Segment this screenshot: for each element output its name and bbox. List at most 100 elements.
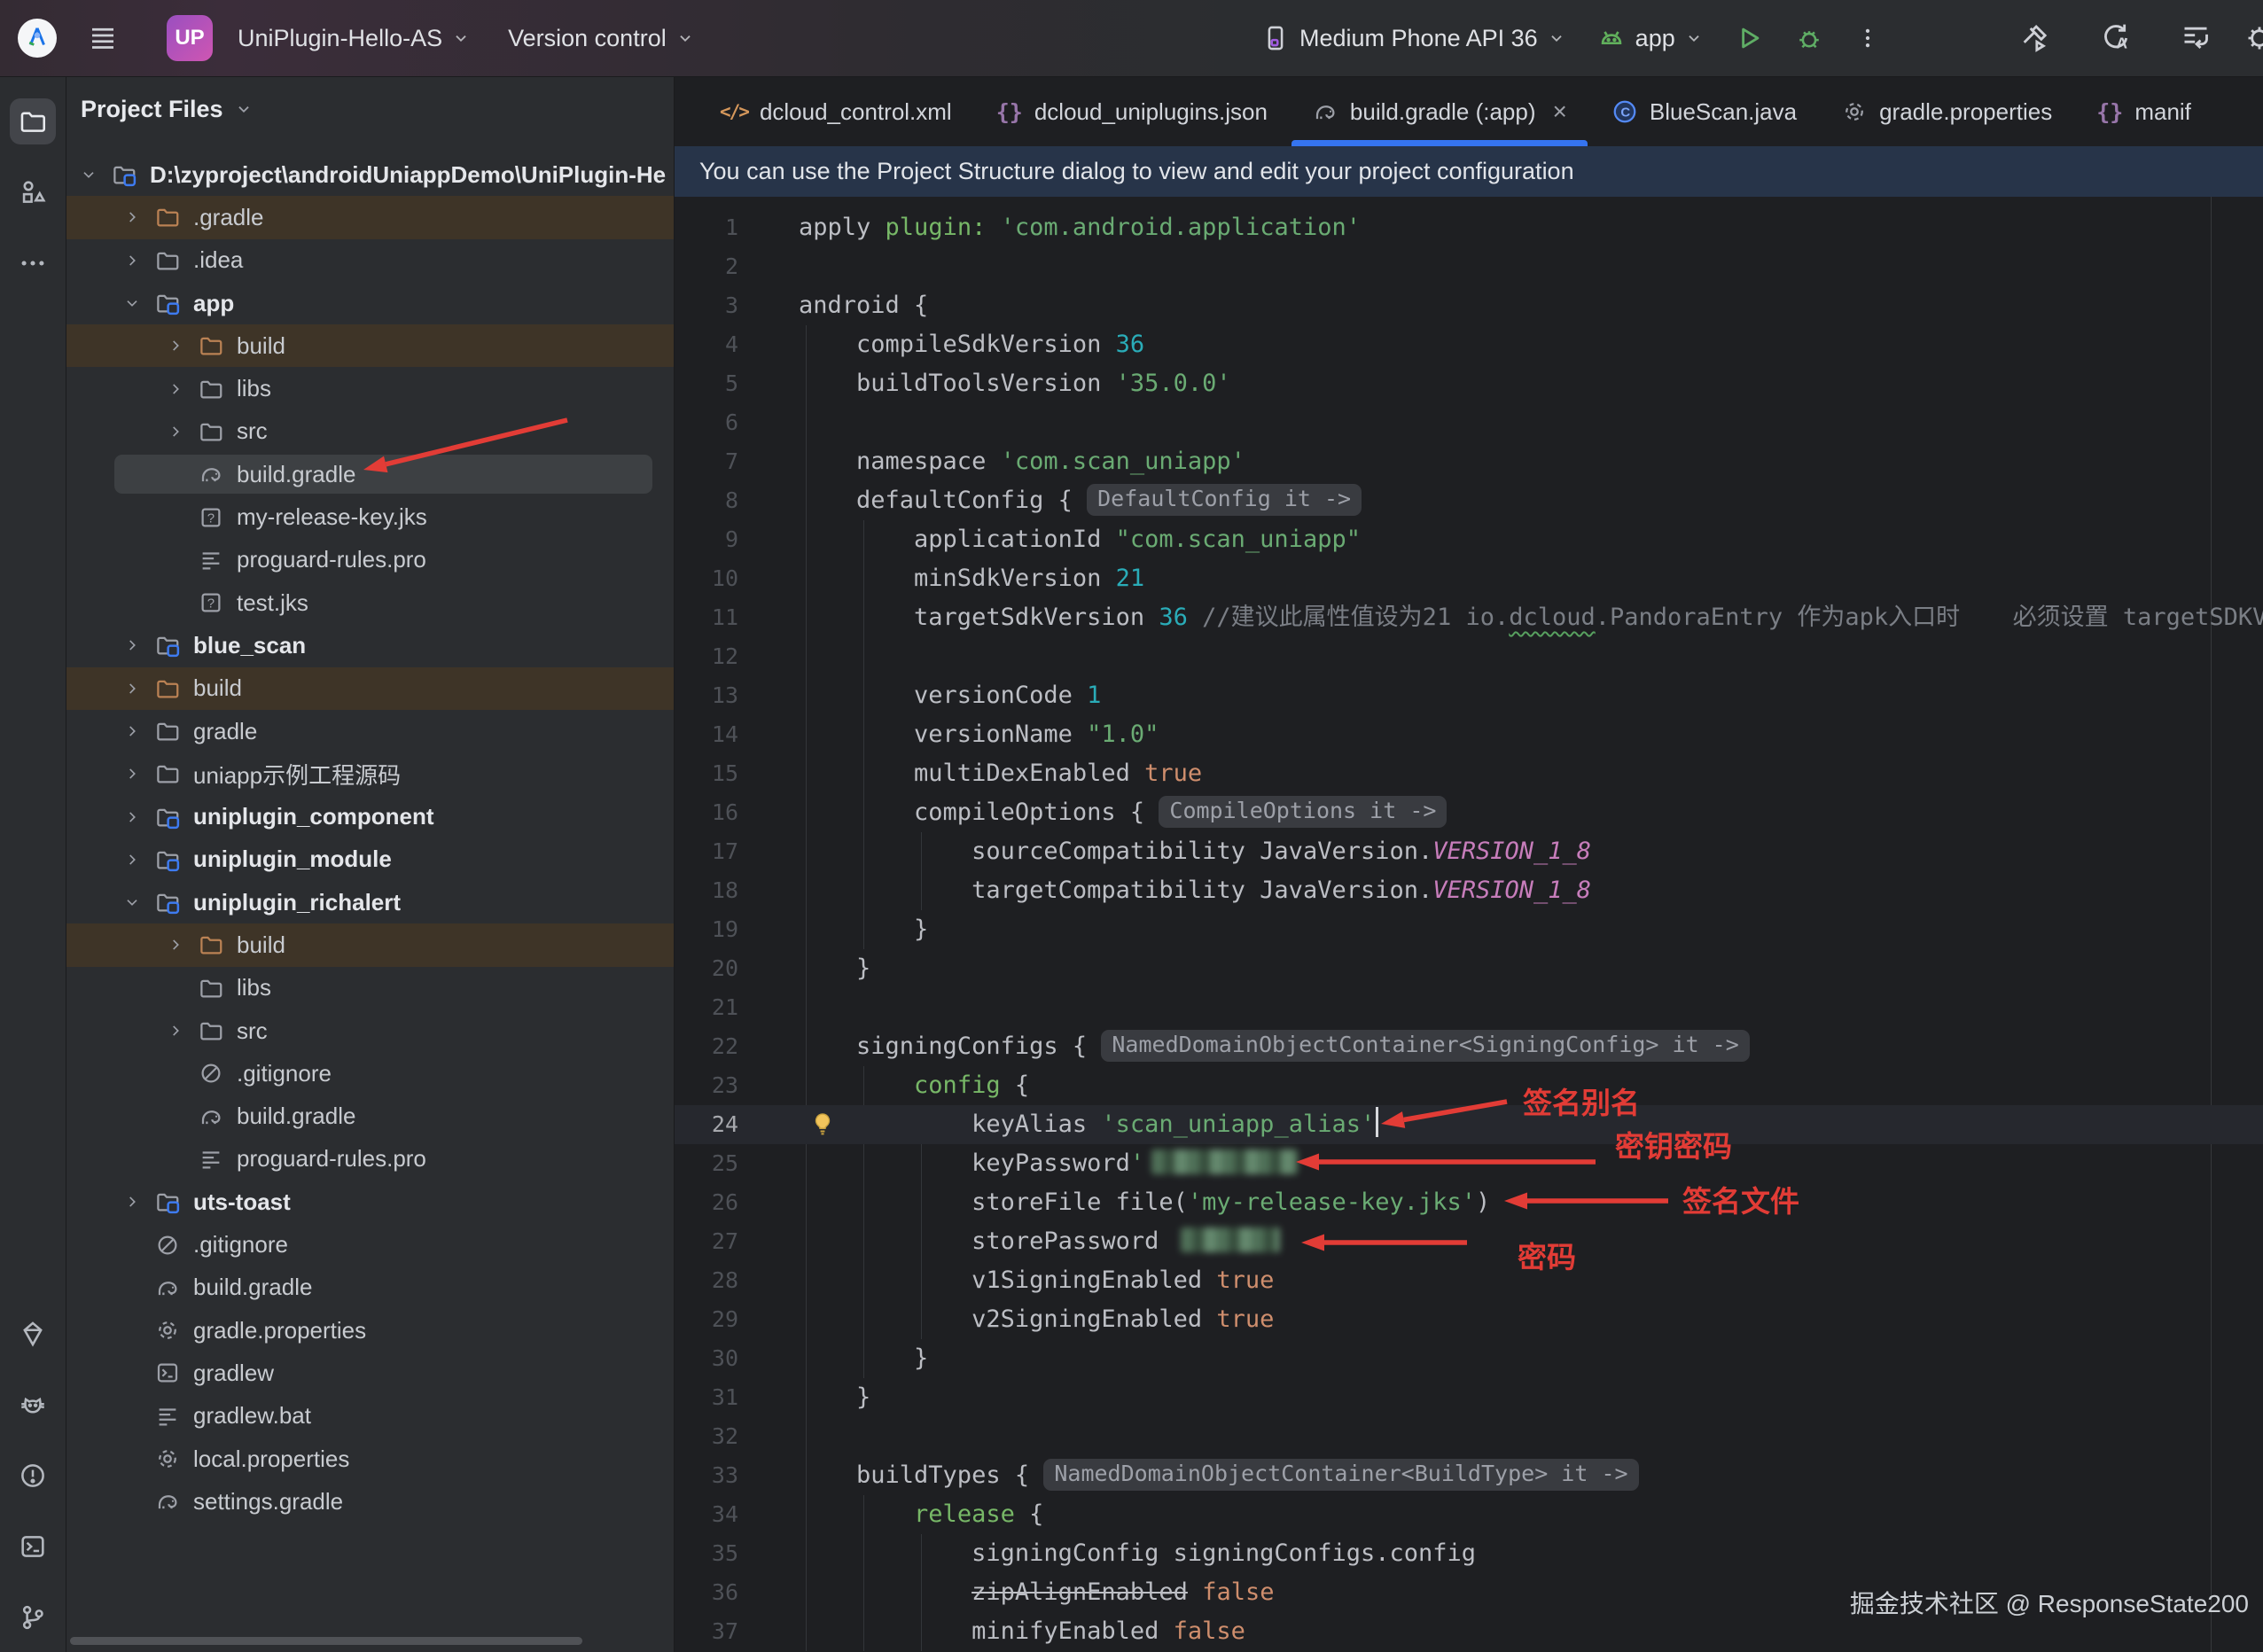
code-line[interactable]: 6 (675, 403, 2263, 442)
tree-horizontal-scrollbar[interactable] (70, 1637, 582, 1645)
hamburger-menu-icon[interactable] (74, 12, 131, 64)
code-line[interactable]: 29 v2SigningEnabled true (675, 1300, 2263, 1339)
tree-row[interactable]: build (66, 324, 674, 367)
chevron-right-icon[interactable] (122, 1192, 154, 1212)
tree-row[interactable]: ?my-release-key.jks (66, 495, 674, 538)
code-line[interactable]: 21 (675, 988, 2263, 1027)
code-line[interactable]: 7 namespace 'com.scan_uniapp' (675, 442, 2263, 481)
tree-row[interactable]: .gradle (66, 196, 674, 238)
problems-icon[interactable] (10, 1453, 56, 1499)
code-line[interactable]: 8 defaultConfig { DefaultConfig it -> (675, 481, 2263, 520)
tree-row[interactable]: .gitignore (66, 1052, 674, 1095)
code-line[interactable]: 3android { (675, 286, 2263, 325)
chevron-right-icon[interactable] (122, 679, 154, 698)
code-line[interactable]: 26 storeFile file('my-release-key.jks') (675, 1183, 2263, 1222)
tree-row[interactable]: D:\zyproject\androidUniappDemo\UniPlugin… (66, 153, 674, 196)
tree-row[interactable]: gradle (66, 710, 674, 752)
tree-row[interactable]: uniplugin_component (66, 795, 674, 838)
code-line[interactable]: 22 signingConfigs { NamedDomainObjectCon… (675, 1027, 2263, 1066)
tree-row[interactable]: proguard-rules.pro (66, 539, 674, 581)
tree-row[interactable]: build (66, 923, 674, 966)
tree-row[interactable]: local.properties (66, 1438, 674, 1480)
tree-row[interactable]: app (66, 282, 674, 324)
tree-row[interactable]: build.gradle (66, 453, 674, 495)
code-line[interactable]: 35 signingConfig signingConfigs.config (675, 1534, 2263, 1573)
editor-tab[interactable]: {}manif (2074, 77, 2213, 146)
tree-row[interactable]: src (66, 1009, 674, 1052)
code-line[interactable]: 13 versionCode 1 (675, 676, 2263, 715)
chevron-right-icon[interactable] (166, 935, 198, 955)
tree-row[interactable]: proguard-rules.pro (66, 1138, 674, 1181)
code-line[interactable]: 15 multiDexEnabled true (675, 754, 2263, 793)
code-line[interactable]: 4 compileSdkVersion 36 (675, 325, 2263, 364)
debug-button[interactable] (1782, 12, 1837, 64)
tree-row[interactable]: settings.gradle (66, 1480, 674, 1523)
tree-row[interactable]: uniapp示例工程源码 (66, 752, 674, 795)
tree-row[interactable]: .gitignore (66, 1223, 674, 1266)
tree-row[interactable]: libs (66, 367, 674, 409)
tree-row[interactable]: gradle.properties (66, 1309, 674, 1352)
intention-bulb-icon[interactable] (808, 1110, 838, 1140)
code-line[interactable]: 28 v1SigningEnabled true (675, 1261, 2263, 1300)
project-selector[interactable]: UniPlugin-Hello-AS (225, 12, 483, 64)
more-actions-button[interactable] (1842, 12, 1893, 64)
code-line[interactable]: 16 compileOptions { CompileOptions it -> (675, 793, 2263, 832)
code-line[interactable]: 25 keyPassword' (675, 1144, 2263, 1183)
chevron-right-icon[interactable] (166, 379, 198, 399)
code-line[interactable]: 23 config { (675, 1066, 2263, 1105)
project-view-selector[interactable]: Project Files (66, 77, 674, 141)
code-line[interactable]: 9 applicationId "com.scan_uniapp" (675, 520, 2263, 559)
chevron-down-icon[interactable] (122, 293, 154, 313)
chevron-right-icon[interactable] (122, 850, 154, 869)
code-line[interactable]: 33 buildTypes { NamedDomainObjectContain… (675, 1456, 2263, 1495)
chevron-right-icon[interactable] (166, 422, 198, 441)
chevron-right-icon[interactable] (122, 764, 154, 783)
chevron-right-icon[interactable] (122, 635, 154, 655)
tree-row[interactable]: gradlew.bat (66, 1395, 674, 1438)
code-line[interactable]: 24 keyAlias 'scan_uniapp_alias' (675, 1105, 2263, 1144)
build-run-icon[interactable] (2018, 20, 2054, 56)
code-line[interactable]: 34 release { (675, 1495, 2263, 1534)
sync-icon[interactable]: A (2098, 20, 2134, 56)
chevron-right-icon[interactable] (166, 336, 198, 355)
code-line[interactable]: 31 } (675, 1378, 2263, 1417)
profiler-icon[interactable] (2242, 0, 2263, 76)
code-line[interactable]: 11 targetSdkVersion 36 //建议此属性值设为21 io.d… (675, 598, 2263, 637)
code-line[interactable]: 2 (675, 247, 2263, 286)
tree-row[interactable]: build (66, 667, 674, 710)
editor-tab[interactable]: {}dcloud_uniplugins.json (974, 77, 1290, 146)
more-tool-windows-icon[interactable] (10, 240, 56, 286)
gem-icon[interactable] (10, 1311, 56, 1357)
code-line[interactable]: 20 } (675, 949, 2263, 988)
editor-tab[interactable]: gradle.properties (1819, 77, 2074, 146)
chevron-right-icon[interactable] (122, 721, 154, 741)
tree-row[interactable]: build.gradle (66, 1266, 674, 1309)
code-line[interactable]: 17 sourceCompatibility JavaVersion.VERSI… (675, 832, 2263, 871)
tree-row[interactable]: ?test.jks (66, 581, 674, 624)
tree-row[interactable]: uniplugin_richalert (66, 881, 674, 923)
chevron-right-icon[interactable] (166, 1021, 198, 1040)
tree-row[interactable]: gradlew (66, 1352, 674, 1394)
code-line[interactable]: 10 minSdkVersion 21 (675, 559, 2263, 598)
code-line[interactable]: 30 } (675, 1339, 2263, 1378)
code-line[interactable]: 1apply plugin: 'com.android.application' (675, 208, 2263, 247)
editor-tab[interactable]: CBlueScan.java (1589, 77, 1819, 146)
cat-icon[interactable] (10, 1382, 56, 1428)
vcs-widget[interactable]: Version control (496, 12, 707, 64)
code-editor[interactable]: 1apply plugin: 'com.android.application'… (675, 197, 2263, 1652)
code-line[interactable]: 18 targetCompatibility JavaVersion.VERSI… (675, 871, 2263, 910)
project-tool-window-button[interactable] (10, 98, 56, 144)
tree-row[interactable]: build.gradle (66, 1095, 674, 1138)
code-line[interactable]: 14 versionName "1.0" (675, 715, 2263, 754)
chevron-right-icon[interactable] (122, 807, 154, 827)
editor-tab[interactable]: build.gradle (:app)× (1290, 77, 1589, 146)
code-line[interactable]: 5 buildToolsVersion '35.0.0' (675, 364, 2263, 403)
build-analyzer-icon[interactable] (2178, 20, 2213, 56)
git-branch-icon[interactable] (10, 1594, 56, 1640)
tree-row[interactable]: uts-toast (66, 1181, 674, 1223)
code-line[interactable]: 27 storePassword (675, 1222, 2263, 1261)
chevron-down-icon[interactable] (122, 892, 154, 912)
run-configuration-selector[interactable]: app (1584, 12, 1716, 64)
chevron-right-icon[interactable] (122, 207, 154, 227)
device-selector[interactable]: Medium Phone API 36 (1248, 12, 1579, 64)
